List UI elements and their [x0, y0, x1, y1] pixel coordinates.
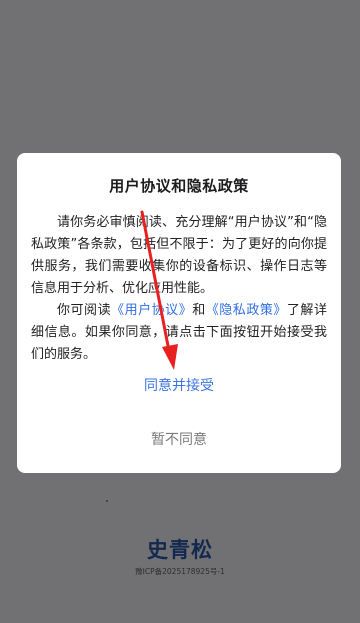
background-dot [106, 500, 108, 502]
agree-button[interactable]: 同意并接受 [17, 375, 341, 395]
dialog-paragraph-2: 你可阅读《用户协议》和《隐私政策》了解详细信息。如果你同意，请点击下面按钮开始接… [31, 300, 327, 366]
paragraph-2-prefix: 你可阅读 [57, 303, 112, 318]
paragraph-2-and: 和 [192, 303, 206, 318]
privacy-dialog: 用户协议和隐私政策 请你务必审慎阅读、充分理解“用户协议”和“隐私政策”各条款，… [17, 153, 341, 473]
dialog-paragraph-1: 请你务必审慎阅读、充分理解“用户协议”和“隐私政策”各条款，包括但不限于：为了更… [31, 215, 327, 296]
dialog-title: 用户协议和隐私政策 [109, 177, 249, 195]
user-agreement-link[interactable]: 《用户协议》 [111, 303, 192, 318]
app-logo-text: 史青松 [147, 537, 213, 562]
dialog-body: 请你务必审慎阅读、充分理解“用户协议”和“隐私政策”各条款，包括但不限于：为了更… [31, 212, 327, 366]
privacy-policy-link[interactable]: 《隐私政策》 [206, 303, 287, 318]
decline-button[interactable]: 暂不同意 [17, 429, 341, 449]
icp-registration-text: 豫ICP备2025178925号-1 [135, 567, 225, 576]
